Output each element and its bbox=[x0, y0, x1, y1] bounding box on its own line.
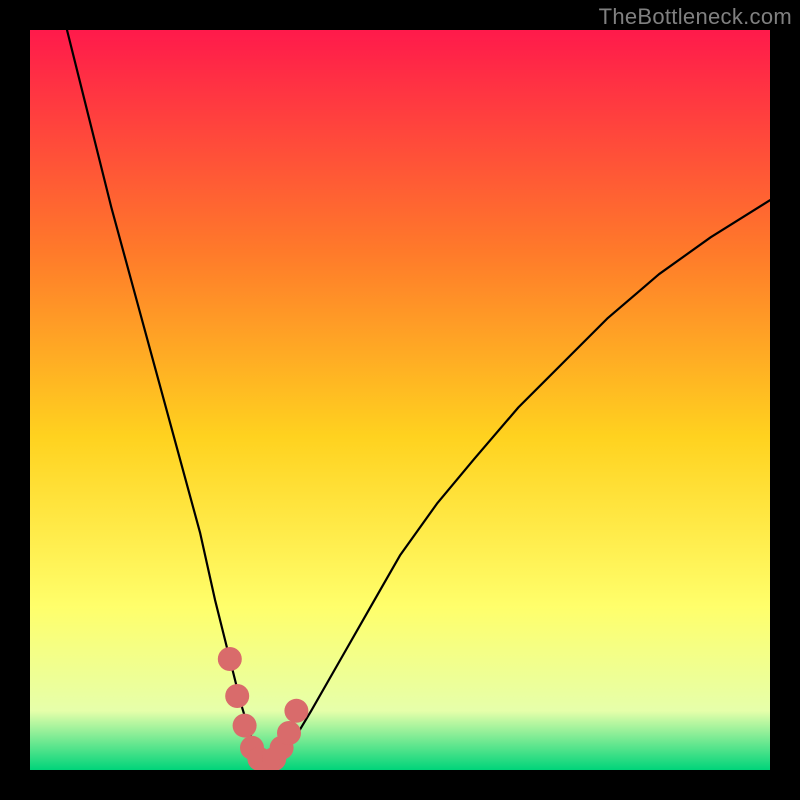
marker-dot bbox=[218, 647, 242, 671]
chart-container: TheBottleneck.com bbox=[0, 0, 800, 800]
marker-dot bbox=[225, 684, 249, 708]
plot-area bbox=[30, 30, 770, 770]
gradient-background bbox=[30, 30, 770, 770]
marker-dot bbox=[284, 699, 308, 723]
marker-dot bbox=[277, 721, 301, 745]
bottleneck-chart bbox=[30, 30, 770, 770]
watermark-text: TheBottleneck.com bbox=[599, 4, 792, 30]
marker-dot bbox=[233, 714, 257, 738]
